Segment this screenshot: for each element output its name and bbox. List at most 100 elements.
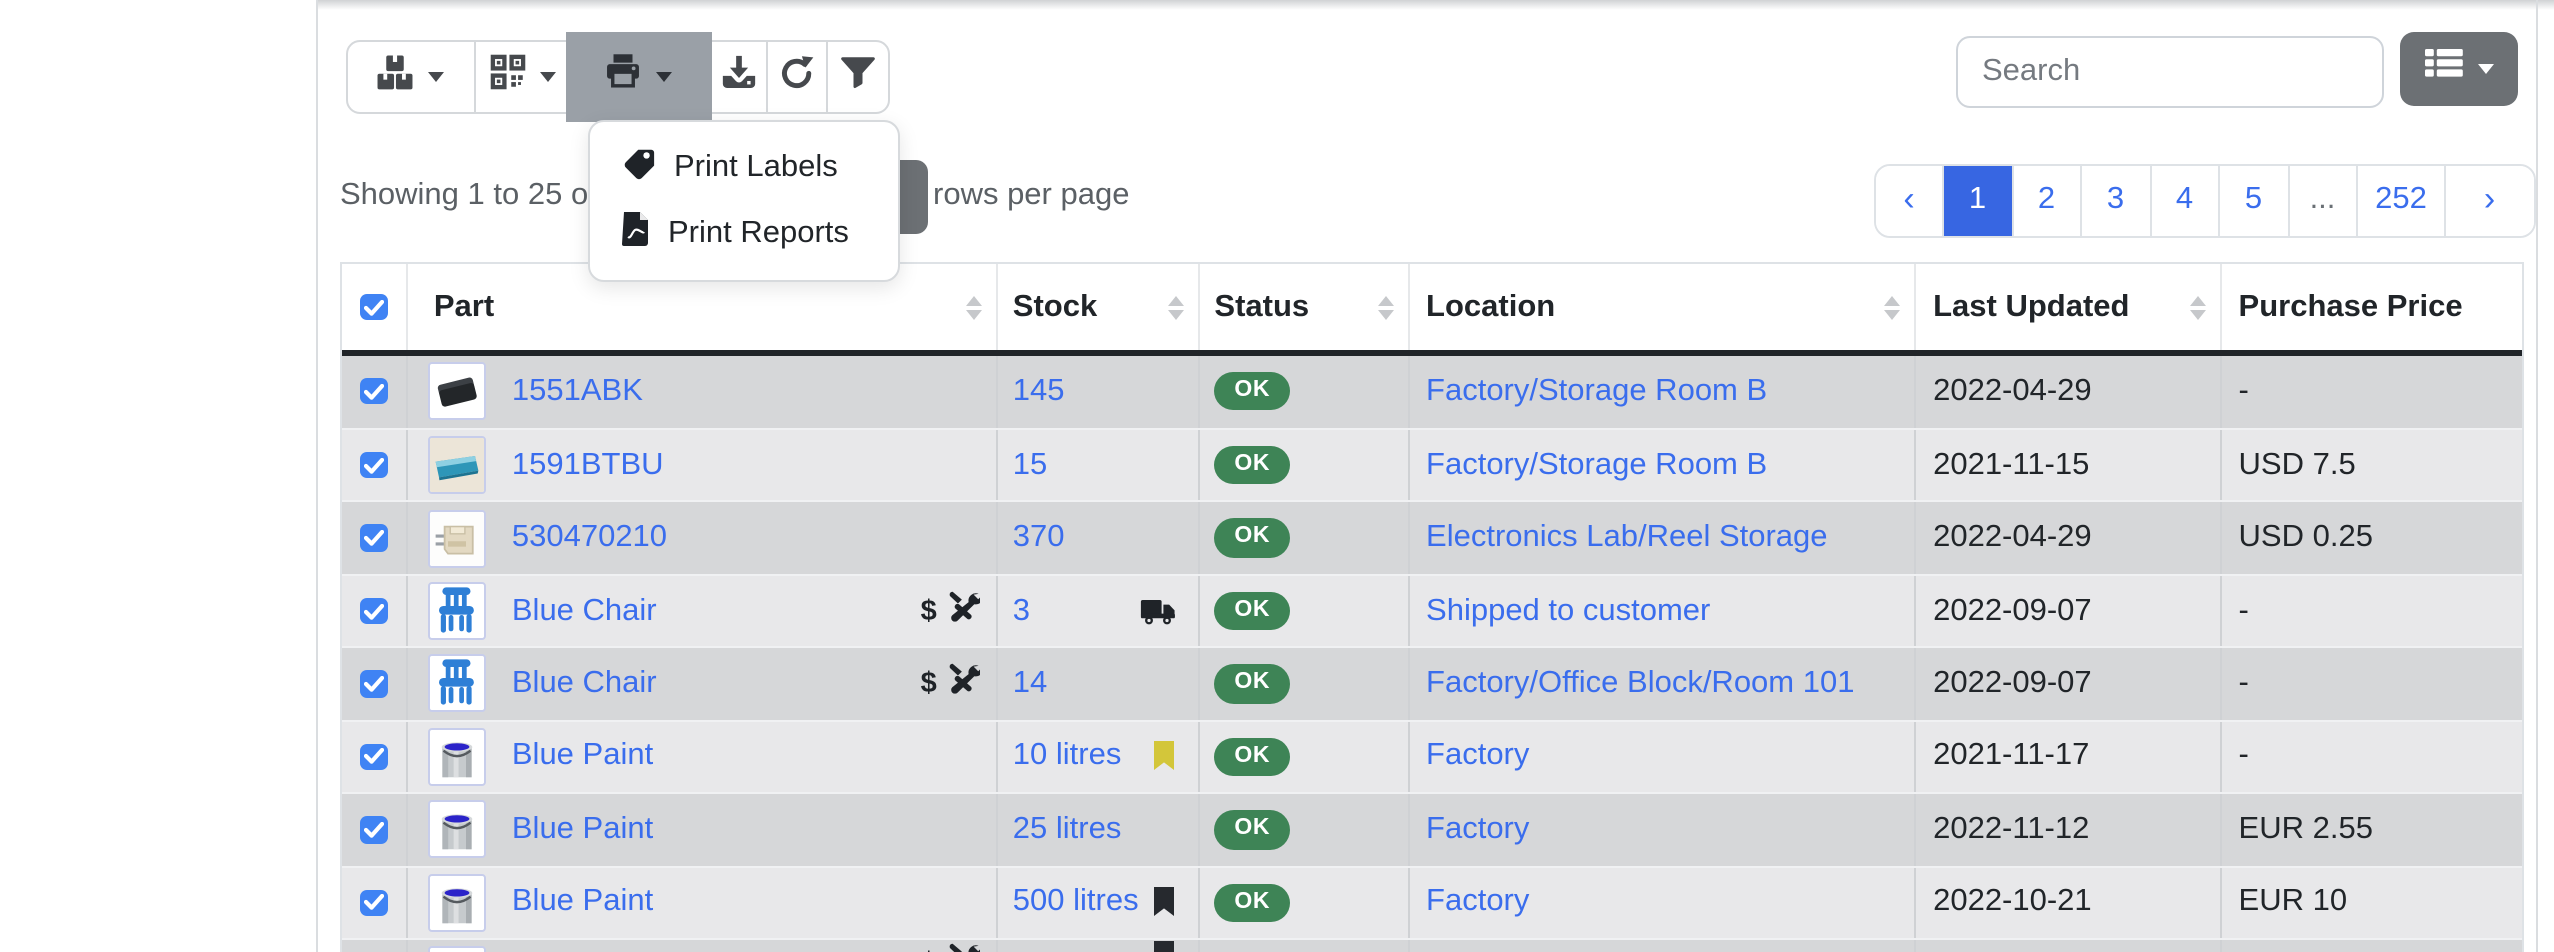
row-checkbox[interactable] bbox=[360, 525, 387, 552]
status-badge: OK bbox=[1214, 519, 1290, 558]
row-checkbox[interactable] bbox=[360, 378, 387, 405]
location-link[interactable]: Factory bbox=[1426, 739, 1529, 775]
location-link[interactable]: Factory bbox=[1426, 812, 1529, 848]
page-button-2[interactable]: 2 bbox=[2013, 165, 2082, 236]
pdf-icon bbox=[622, 212, 650, 256]
location-link[interactable]: Factory/Storage Room B bbox=[1426, 447, 1767, 483]
print-dropdown-menu: Print LabelsPrint Reports bbox=[588, 119, 900, 281]
part-thumbnail[interactable] bbox=[428, 509, 486, 567]
part-thumbnail[interactable] bbox=[428, 946, 486, 952]
part-thumbnail[interactable] bbox=[428, 362, 486, 420]
sort-arrows-icon bbox=[2191, 295, 2207, 319]
stock-link[interactable]: 25 litres bbox=[1013, 812, 1122, 848]
location-cell: Factory/Storage Room B bbox=[1410, 430, 1915, 501]
last-updated-cell: 2021-11-15 bbox=[1915, 430, 2222, 501]
row-checkbox[interactable] bbox=[360, 452, 387, 479]
part-flags: $ bbox=[921, 590, 981, 632]
part-cell: Blue Chair $ bbox=[408, 576, 999, 647]
part-link[interactable]: Blue Paint bbox=[512, 812, 653, 848]
part-flags: $ bbox=[921, 942, 981, 952]
stock-link[interactable]: 145 bbox=[1013, 373, 1065, 409]
qr-scan-button[interactable] bbox=[475, 42, 573, 112]
search-input[interactable] bbox=[1956, 35, 2384, 108]
sort-arrows-icon bbox=[1883, 295, 1899, 319]
expand-tree-button[interactable] bbox=[348, 42, 475, 112]
row-checkbox[interactable] bbox=[360, 670, 387, 697]
prev-page-button[interactable]: ‹ bbox=[1876, 165, 1944, 236]
checkbox-cell bbox=[342, 576, 408, 647]
column-header-stock[interactable]: Stock bbox=[999, 264, 1201, 350]
column-header-purchase-price[interactable]: Purchase Price bbox=[2223, 264, 2522, 350]
qrcode-icon bbox=[490, 54, 526, 100]
table-list-icon bbox=[2424, 49, 2464, 89]
panel-right-border bbox=[2536, 0, 2538, 952]
bookmark-dark-icon bbox=[1152, 941, 1176, 952]
row-checkbox[interactable] bbox=[360, 598, 387, 625]
page-button-1[interactable]: 1 bbox=[1944, 165, 2013, 236]
stock-link[interactable]: 14 bbox=[1013, 666, 1048, 702]
purchase-price-cell: - bbox=[2223, 355, 2522, 428]
part-link[interactable]: 1591BTBU bbox=[512, 447, 664, 483]
checkbox-cell bbox=[342, 794, 408, 865]
select-all-checkbox[interactable] bbox=[360, 294, 387, 321]
purchase-price-cell: USD 7.5 bbox=[2223, 430, 2522, 501]
status-badge: OK bbox=[1214, 883, 1290, 922]
download-button[interactable] bbox=[711, 42, 767, 112]
stock-link[interactable]: 15 bbox=[1013, 447, 1048, 483]
stock-link[interactable]: 500 litres bbox=[1013, 885, 1139, 921]
location-link[interactable]: Electronics Lab/Reel Storage bbox=[1426, 520, 1828, 556]
part-thumbnail[interactable] bbox=[428, 728, 486, 786]
filter-button[interactable] bbox=[827, 42, 887, 112]
column-header-status[interactable]: Status bbox=[1200, 264, 1410, 350]
location-cell: Factory bbox=[1410, 794, 1915, 865]
part-thumbnail[interactable] bbox=[428, 582, 486, 640]
next-page-button[interactable]: › bbox=[2446, 165, 2533, 236]
chevron-down-icon bbox=[429, 72, 445, 82]
part-link[interactable]: Blue Paint bbox=[512, 739, 653, 775]
row-checkbox[interactable] bbox=[360, 889, 387, 916]
dollar-icon: $ bbox=[921, 668, 937, 700]
part-link[interactable]: 530470210 bbox=[512, 520, 667, 556]
part-thumbnail[interactable] bbox=[428, 801, 486, 859]
location-cell: Factory bbox=[1410, 867, 1915, 938]
select-all-header[interactable] bbox=[342, 264, 408, 350]
part-link[interactable]: Blue Chair bbox=[512, 593, 657, 629]
table-row: Blue Paint500 litresOKFactory2022-10-21E… bbox=[342, 865, 2522, 938]
stock-cell: 15 bbox=[999, 430, 1201, 501]
part-thumbnail[interactable] bbox=[428, 655, 486, 713]
location-link[interactable]: Factory/Office Block/Room 101 bbox=[1426, 666, 1854, 702]
column-header-last-updated[interactable]: Last Updated bbox=[1915, 264, 2222, 350]
part-thumbnail[interactable] bbox=[428, 874, 486, 932]
stock-link[interactable]: 370 bbox=[1013, 520, 1065, 556]
part-link[interactable]: Blue Paint bbox=[512, 885, 653, 921]
page-button-252[interactable]: 252 bbox=[2358, 165, 2446, 236]
page-button-4[interactable]: 4 bbox=[2151, 165, 2220, 236]
table-row: Blue Chair$14OKFactory/Office Block/Room… bbox=[342, 647, 2522, 720]
row-checkbox[interactable] bbox=[360, 743, 387, 770]
table-row: 1551ABK145OKFactory/Storage Room B2022-0… bbox=[342, 355, 2522, 428]
location-link[interactable]: Factory/Storage Room B bbox=[1426, 373, 1767, 409]
menu-item-print-reports[interactable]: Print Reports bbox=[590, 201, 898, 267]
row-checkbox[interactable] bbox=[360, 816, 387, 843]
stock-link[interactable]: 3 bbox=[1013, 593, 1030, 629]
last-updated-cell: 2022-10-21 bbox=[1915, 867, 2222, 938]
page-button-3[interactable]: 3 bbox=[2082, 165, 2151, 236]
stock-cell: 500 litres bbox=[999, 867, 1201, 938]
part-thumbnail[interactable] bbox=[428, 436, 486, 494]
location-link[interactable]: Factory bbox=[1426, 885, 1529, 921]
last-updated-cell bbox=[1915, 940, 2222, 952]
status-badge: OK bbox=[1214, 810, 1290, 849]
location-link[interactable]: Shipped to customer bbox=[1426, 593, 1710, 629]
column-settings-button[interactable] bbox=[2400, 32, 2518, 105]
stock-link[interactable]: 10 litres bbox=[1013, 739, 1122, 775]
purchase-price-cell: - bbox=[2223, 649, 2522, 720]
part-link[interactable]: Blue Chair bbox=[512, 666, 657, 702]
part-link[interactable]: 1551ABK bbox=[512, 373, 643, 409]
print-button[interactable] bbox=[565, 31, 712, 122]
menu-item-print-labels[interactable]: Print Labels bbox=[590, 135, 898, 201]
page-button-5[interactable]: 5 bbox=[2220, 165, 2289, 236]
column-header-location[interactable]: Location bbox=[1410, 264, 1915, 350]
refresh-button[interactable] bbox=[767, 42, 827, 112]
stock-cell: 145 bbox=[999, 355, 1201, 428]
checkbox-cell bbox=[342, 503, 408, 574]
